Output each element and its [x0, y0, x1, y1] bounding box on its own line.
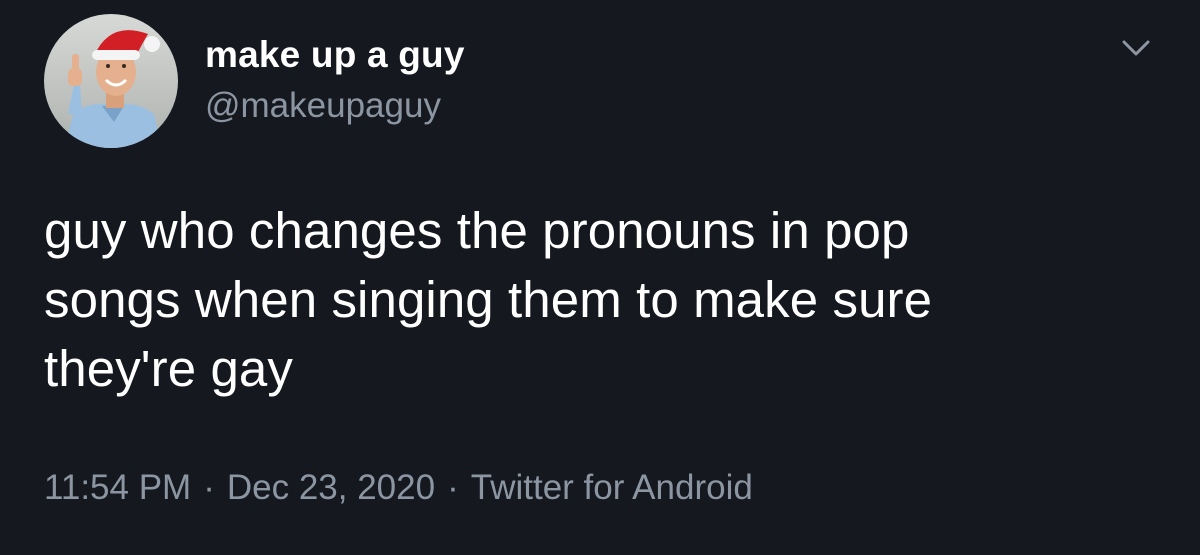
tweet-text: guy who changes the pronouns in pop song… [44, 196, 1144, 403]
tweet-meta: 11:54 PM · Dec 23, 2020 · Twitter for Androi… [44, 468, 753, 508]
display-name[interactable]: make up a guy [205, 34, 465, 76]
tweet-text-line: songs when singing them to make sure [44, 271, 933, 328]
avatar[interactable] [44, 14, 178, 148]
chevron-down-icon[interactable] [1116, 34, 1156, 62]
tweet-text-line: they're gay [44, 340, 293, 397]
tweet-source[interactable]: Twitter for Android [471, 468, 753, 507]
tweet-date[interactable]: Dec 23, 2020 [227, 468, 435, 507]
avatar-image [44, 14, 178, 148]
tweet-card: make up a guy @makeupaguy guy who change… [0, 0, 1200, 555]
tweet-text-line: guy who changes the pronouns in pop [44, 202, 910, 259]
meta-separator: · [447, 468, 459, 507]
meta-separator: · [203, 468, 215, 507]
tweet-time[interactable]: 11:54 PM [44, 468, 191, 507]
user-handle[interactable]: @makeupaguy [205, 86, 441, 126]
